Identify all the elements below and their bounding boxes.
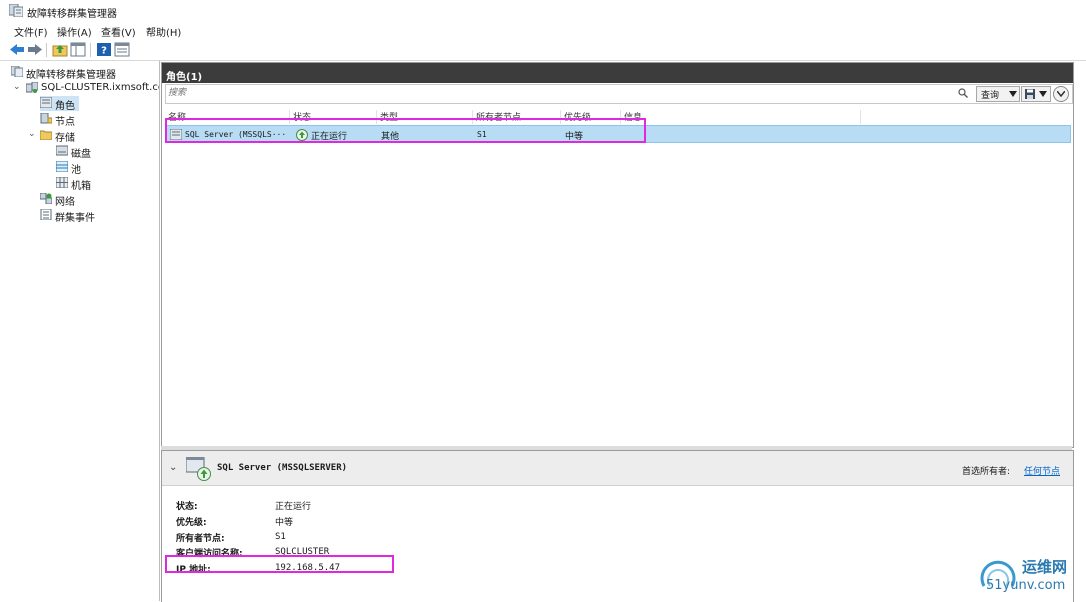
tree-item-label: 角色 — [55, 101, 75, 112]
tree-item-label: 机箱 — [71, 181, 91, 192]
prop-owner-node-value: S1 — [275, 532, 286, 542]
tree-item-label: 磁盘 — [71, 149, 91, 160]
show-hide-tree-icon[interactable] — [70, 42, 86, 57]
prop-owner-node-label: 所有者节点: — [176, 534, 225, 544]
tree-item-label: 故障转移群集管理器 — [26, 70, 116, 81]
tree-item-label: 池 — [71, 165, 81, 176]
query-button-label: 查询 — [981, 91, 1000, 101]
tree-item-label: 存储 — [55, 133, 75, 144]
tree-item-label: 网络 — [55, 197, 75, 208]
roles-title: 角色(1) — [166, 72, 203, 83]
disk-icon — [56, 145, 68, 156]
prop-status-label: 状态: — [176, 502, 198, 512]
menu-view[interactable]: 查看(V) — [101, 24, 136, 39]
cluster-manager-icon — [9, 4, 23, 17]
search-input[interactable] — [168, 86, 948, 100]
expand-search-button[interactable] — [1053, 86, 1069, 102]
annotation-highlight-box — [165, 118, 646, 143]
watermark-line2: 51yunv.com — [986, 578, 1066, 593]
pool-icon — [56, 161, 68, 172]
caret-down-icon — [1009, 91, 1017, 97]
title-bar: 故障转移群集管理器 — [0, 0, 1086, 22]
cluster-icon — [26, 82, 38, 93]
chevron-down-icon[interactable]: ⌄ — [169, 462, 177, 473]
search-icon[interactable] — [958, 88, 968, 98]
chevron-down-icon[interactable]: ⌄ — [28, 129, 36, 139]
details-pane: ⌄ SQL Server (MSSQLSERVER) 首选所有者: 任何节点 状… — [161, 450, 1074, 602]
site-watermark: 运维网 51yunv.com — [978, 554, 1084, 598]
menu-bar: 文件(F) 操作(A) 查看(V) 帮助(H) — [0, 22, 1086, 39]
caret-down-icon — [1039, 91, 1047, 97]
properties-icon[interactable] — [114, 42, 130, 57]
tree-item-label: SQL-CLUSTER.ixmsoft.com — [41, 82, 159, 93]
menu-file[interactable]: 文件(F) — [14, 24, 48, 39]
annotation-highlight-box — [165, 555, 394, 573]
prop-priority-value: 中等 — [275, 518, 294, 528]
enclosure-icon — [56, 177, 68, 188]
back-arrow-icon[interactable] — [9, 42, 25, 57]
roles-header: 角色(1) — [162, 63, 1073, 83]
forward-arrow-icon[interactable] — [27, 42, 43, 57]
toolbar: ? — [0, 40, 1086, 61]
prop-priority-label: 优先级: — [176, 518, 207, 528]
roles-icon — [40, 97, 52, 108]
preferred-owner-link[interactable]: 任何节点 — [1024, 464, 1060, 477]
tree-item-label: 节点 — [55, 117, 75, 128]
query-button[interactable]: 查询 — [976, 86, 1020, 102]
menu-action[interactable]: 操作(A) — [57, 24, 92, 39]
help-icon[interactable]: ? — [96, 42, 112, 57]
preferred-owner-label: 首选所有者: — [962, 467, 1011, 477]
tree-item-label: 群集事件 — [55, 213, 95, 224]
save-icon — [1025, 89, 1035, 99]
up-folder-icon[interactable] — [52, 42, 68, 57]
tree-item-roles[interactable]: 角色 — [40, 96, 79, 112]
window-title: 故障转移群集管理器 — [27, 9, 117, 20]
details-header: ⌄ SQL Server (MSSQLSERVER) 首选所有者: 任何节点 — [162, 451, 1073, 486]
chevron-down-icon — [1057, 91, 1065, 97]
column-info[interactable]: 信息 — [621, 110, 861, 124]
cluster-manager-icon — [11, 66, 23, 77]
network-icon — [40, 193, 52, 204]
details-title: SQL Server (MSSQLSERVER) — [217, 463, 348, 473]
navigation-tree: 故障转移群集管理器 ⌄ SQL-CLUSTER.ixmsoft.com 角色 节… — [0, 61, 160, 601]
save-query-button[interactable] — [1021, 86, 1051, 102]
chevron-down-icon[interactable]: ⌄ — [13, 82, 21, 92]
svg-text:?: ? — [101, 46, 107, 57]
search-bar: 查询 — [165, 84, 1073, 104]
event-log-icon — [40, 209, 52, 220]
watermark-line1: 运维网 — [1022, 558, 1068, 576]
storage-folder-icon — [40, 130, 52, 140]
menu-help[interactable]: 帮助(H) — [146, 24, 181, 39]
nodes-icon — [40, 113, 52, 124]
role-running-icon — [186, 457, 211, 481]
prop-status-value: 正在运行 — [275, 502, 312, 512]
